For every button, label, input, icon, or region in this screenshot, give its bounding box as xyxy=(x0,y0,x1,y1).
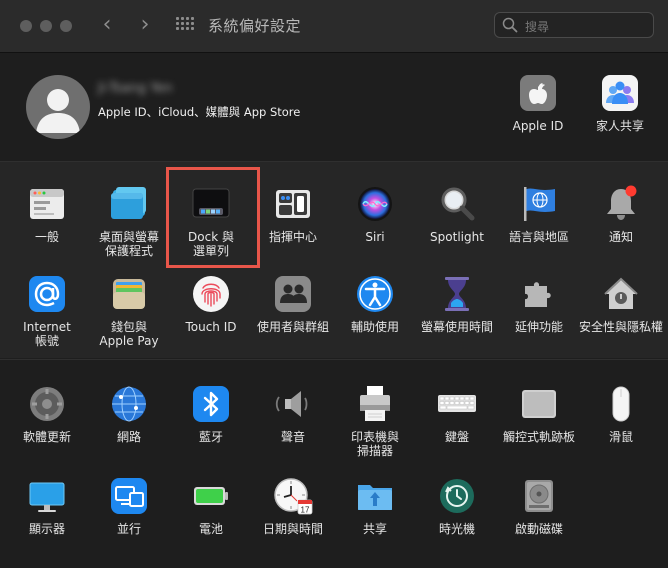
account-section: Ji-Tsang Yen Apple ID、iCloud、媒體與 App Sto… xyxy=(0,53,668,162)
language-region-icon xyxy=(524,187,555,221)
user-avatar[interactable] xyxy=(26,75,90,139)
pref-dock-menubar-label: Dock 與 選單列 xyxy=(188,230,234,258)
pref-wallet-applepay-label: 錢包與 Apple Pay xyxy=(99,320,159,348)
account-subtitle: Apple ID、iCloud、媒體與 App Store xyxy=(98,105,301,119)
pref-printers-scanners-label: 印表機與 掃描器 xyxy=(350,430,399,458)
pref-sharing-label: 共享 xyxy=(362,522,387,536)
account-name: Ji-Tsang Yen xyxy=(98,81,173,96)
extensions-icon xyxy=(525,282,551,307)
pref-spotlight-label: Spotlight xyxy=(430,230,484,244)
time-machine-icon xyxy=(440,479,474,513)
search-field[interactable]: 搜尋 xyxy=(494,12,654,38)
pref-desktop-screensaver-label: 桌面與螢幕 保護程式 xyxy=(98,230,159,258)
bluetooth-icon xyxy=(193,386,229,422)
pref-touch-id-label: Touch ID xyxy=(185,320,237,334)
spotlight-icon xyxy=(441,187,475,221)
pref-time-machine-label: 時光機 xyxy=(438,522,475,536)
mouse-icon xyxy=(612,386,630,422)
pref-trackpad-label: 觸控式軌跡板 xyxy=(502,430,575,444)
family-sharing-label: 家人共享 xyxy=(595,119,644,133)
pref-date-time-label: 日期與時間 xyxy=(262,522,323,536)
pref-startup-disk-label: 啟動磁碟 xyxy=(514,522,563,536)
pref-control-center-label: 指揮中心 xyxy=(268,230,317,244)
network-icon xyxy=(112,386,146,422)
pref-mouse-label: 滑鼠 xyxy=(608,430,633,444)
pref-battery-label: 電池 xyxy=(198,522,223,536)
sound-icon xyxy=(275,391,308,417)
siri-icon xyxy=(358,187,392,221)
desktop-screensaver-icon xyxy=(111,187,146,219)
notifications-icon xyxy=(607,185,637,220)
pref-bluetooth-label: 藍牙 xyxy=(198,430,223,444)
system-preferences-window: ‹ › 系統偏好設定 搜尋 Ji-Tsang Yen Apple ID、iClo… xyxy=(0,0,668,568)
pref-displays-label: 顯示器 xyxy=(28,522,65,536)
trackpad-icon xyxy=(522,390,556,418)
wallet-icon xyxy=(113,279,145,309)
pref-security-privacy-label: 安全性與隱私權 xyxy=(578,320,663,334)
family-sharing-icon xyxy=(602,75,638,111)
pref-network-label: 網路 xyxy=(116,430,141,444)
show-all-grid-button[interactable] xyxy=(176,17,194,35)
pref-language-region-label: 語言與地區 xyxy=(508,230,569,244)
window-title: 系統偏好設定 xyxy=(208,17,302,35)
close-window-button[interactable] xyxy=(20,20,32,32)
display-icon xyxy=(29,482,65,512)
zoom-window-button[interactable] xyxy=(60,20,72,32)
security-privacy-icon xyxy=(604,277,638,309)
software-update-icon xyxy=(30,387,64,421)
dock-icon xyxy=(192,188,230,218)
pref-screen-time-label: 螢幕使用時間 xyxy=(420,320,493,334)
search-icon xyxy=(502,17,518,33)
pref-accessibility-label: 輔助使用 xyxy=(350,320,399,334)
pref-sound-label: 聲音 xyxy=(280,430,305,444)
pref-siri-label: Siri xyxy=(365,230,385,244)
sharing-icon xyxy=(358,485,392,510)
apple-id-label: Apple ID xyxy=(512,119,564,133)
control-center-icon xyxy=(276,190,310,218)
printer-icon xyxy=(360,386,390,421)
preferences-section-hardware: 軟體更新 網路 藍牙 聲音 印表機與 掃描器 鍵盤 觸控式軌跡板 滑鼠 顯示器 … xyxy=(0,359,668,568)
calendar-day-number: 17 xyxy=(301,506,310,515)
minimize-window-button[interactable] xyxy=(40,20,52,32)
screen-time-icon xyxy=(445,277,469,311)
accessibility-icon xyxy=(357,276,393,312)
preferences-section-personal: 一般 桌面與螢幕 保護程式 Dock 與 選單列 指揮中心 Siri Spotl… xyxy=(0,162,668,358)
pref-general-label: 一般 xyxy=(34,230,59,244)
pref-notifications-label: 通知 xyxy=(608,230,633,244)
pref-sidecar-label: 並行 xyxy=(116,522,141,536)
title-bar: ‹ › 系統偏好設定 搜尋 xyxy=(0,0,668,53)
pref-internet-accounts-label: Internet 帳號 xyxy=(23,320,71,348)
pref-users-groups-label: 使用者與群組 xyxy=(256,320,329,334)
pref-extensions-label: 延伸功能 xyxy=(514,320,563,334)
back-button[interactable]: ‹ xyxy=(96,14,118,38)
users-groups-icon xyxy=(275,276,311,312)
battery-icon xyxy=(194,487,228,505)
touch-id-icon xyxy=(193,276,229,312)
general-icon xyxy=(30,189,64,219)
person-silhouette-icon xyxy=(36,89,80,133)
date-time-icon: 17 xyxy=(274,478,313,515)
keyboard-icon xyxy=(438,395,476,412)
forward-button[interactable]: › xyxy=(134,14,156,38)
sidecar-icon xyxy=(111,478,147,514)
pref-keyboard-label: 鍵盤 xyxy=(444,430,469,444)
search-placeholder: 搜尋 xyxy=(525,20,550,34)
apple-id-icon xyxy=(520,75,556,111)
startup-disk-icon xyxy=(525,480,553,512)
internet-accounts-icon xyxy=(29,276,65,312)
pref-software-update-label: 軟體更新 xyxy=(22,430,71,444)
